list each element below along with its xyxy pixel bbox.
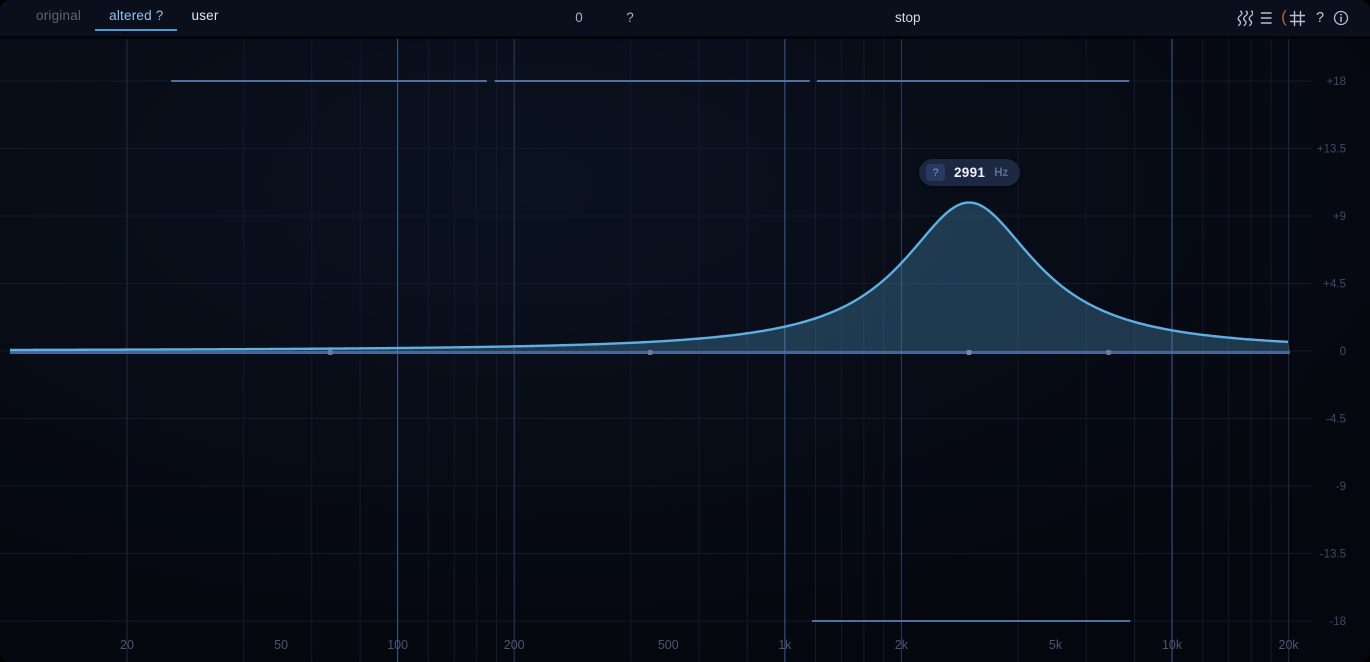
eq-band-handle[interactable] bbox=[966, 350, 972, 355]
y-axis-label: -4.5 bbox=[1326, 414, 1346, 426]
score-question-counter: ? bbox=[626, 10, 634, 25]
y-axis-label: +13.5 bbox=[1317, 144, 1346, 156]
tab-altered[interactable]: altered ? bbox=[95, 0, 178, 31]
x-axis-label: 10k bbox=[1162, 638, 1183, 652]
score-counter: 0 bbox=[575, 10, 583, 25]
tooltip-frequency-unit: Hz bbox=[994, 166, 1009, 179]
y-axis-label: +9 bbox=[1333, 211, 1346, 223]
y-axis-label: +4.5 bbox=[1323, 279, 1346, 291]
stop-button[interactable]: stop bbox=[885, 0, 931, 36]
eq-spectrum-chart[interactable]: +18 +13.5 +9 +4.5 0 -4.5 -9 -13.5 -18 20 50 100 200 5… bbox=[0, 0, 1370, 662]
x-axis-label: 20k bbox=[1279, 638, 1300, 652]
x-axis-label: 100 bbox=[387, 638, 408, 652]
y-axis-label: -13.5 bbox=[1320, 549, 1346, 561]
y-axis-label: -18 bbox=[1329, 616, 1346, 628]
x-axis-label: 5k bbox=[1049, 638, 1063, 652]
tooltip-question-badge: ? bbox=[926, 164, 945, 181]
eq-band-handle[interactable] bbox=[647, 350, 653, 355]
help-icon[interactable]: ? bbox=[1312, 0, 1328, 36]
left-paren-accent: ( bbox=[1281, 7, 1287, 26]
y-axis-label: +18 bbox=[1326, 76, 1346, 88]
tooltip-frequency-value: 2991 bbox=[954, 165, 986, 180]
frequency-tooltip: ? 2991 Hz bbox=[919, 159, 1021, 186]
x-axis-label: 200 bbox=[504, 638, 525, 652]
x-axis-label: 50 bbox=[274, 638, 288, 652]
tab-original[interactable]: original bbox=[22, 0, 95, 29]
x-axis-label: 500 bbox=[658, 638, 679, 652]
eq-trainer-window: +18 +13.5 +9 +4.5 0 -4.5 -9 -13.5 -18 20 50 100 200 5… bbox=[0, 0, 1370, 662]
grid-icon[interactable] bbox=[1288, 0, 1306, 36]
eq-band-handle[interactable] bbox=[1106, 350, 1112, 355]
top-toolbar: original altered ? user 0 ? stop (? bbox=[0, 0, 1370, 39]
tab-user[interactable]: user bbox=[177, 0, 232, 29]
y-axis-label: -9 bbox=[1336, 481, 1346, 493]
mode-tabs: original altered ? user bbox=[22, 0, 233, 36]
info-icon[interactable] bbox=[1332, 0, 1350, 36]
tooltip-badge-glyph: ? bbox=[932, 166, 939, 179]
sound-waves-icon[interactable] bbox=[1234, 0, 1254, 36]
x-axis-label: 2k bbox=[895, 638, 909, 652]
x-axis-label: 20 bbox=[120, 638, 134, 652]
x-axis-label: 1k bbox=[778, 638, 792, 652]
y-axis-label: 0 bbox=[1340, 346, 1346, 358]
list-icon[interactable] bbox=[1258, 0, 1274, 36]
eq-band-handle[interactable] bbox=[327, 350, 333, 355]
